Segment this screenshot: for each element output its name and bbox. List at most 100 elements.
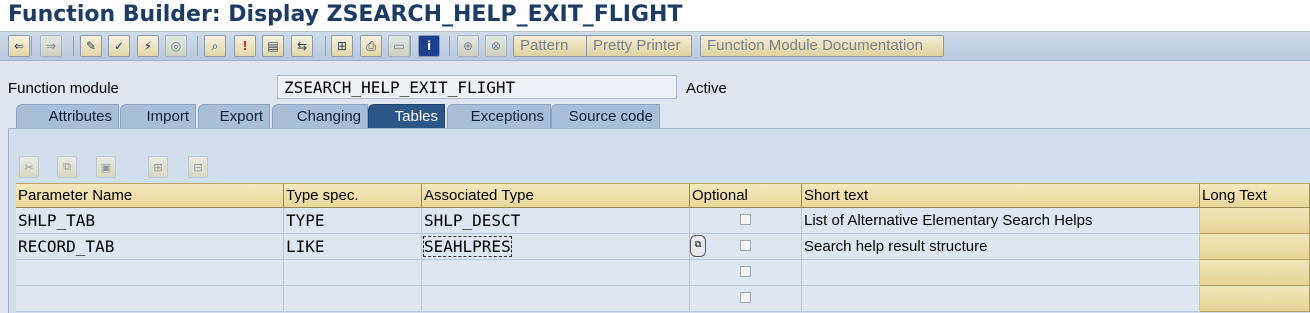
associated-type-cell[interactable] <box>422 286 690 312</box>
display-object-list-button[interactable]: ▤ <box>262 35 284 57</box>
optional-checkbox[interactable] <box>740 292 751 303</box>
tab-import[interactable]: Import <box>120 104 196 128</box>
associated-type-cell[interactable] <box>422 260 690 286</box>
associated-type-cell[interactable]: SEAHLPRES <box>422 234 690 260</box>
type-spec-cell[interactable] <box>284 260 422 286</box>
optional-cell[interactable] <box>690 208 802 234</box>
test-button[interactable]: ◎ <box>165 35 187 57</box>
table-row: SHLP_TAB TYPE SHLP_DESCT List of Alternativ… <box>16 208 1310 234</box>
tab-attributes[interactable]: Attributes <box>16 104 119 128</box>
optional-cell[interactable]: ⧉ <box>690 234 802 260</box>
delete-row-icon: ⊟ <box>193 160 203 174</box>
function-module-field[interactable]: ZSEARCH_HELP_EXIT_FLIGHT <box>277 75 677 99</box>
forward-icon: ⇒ <box>45 39 57 53</box>
replace-icon: ⊗ <box>490 39 502 53</box>
toolbar-separator <box>410 36 411 56</box>
tab-tables[interactable]: Tables <box>368 104 445 128</box>
short-text-cell[interactable]: List of Alternative Elementary Search He… <box>802 208 1200 234</box>
tab-exceptions[interactable]: Exceptions <box>447 104 551 128</box>
delete-row-button[interactable]: ⊟ <box>188 156 208 178</box>
info-icon: i <box>426 39 432 53</box>
header-type-spec[interactable]: Type spec. <box>284 183 422 208</box>
type-spec-cell[interactable]: LIKE <box>284 234 422 260</box>
long-text-cell[interactable] <box>1200 286 1310 312</box>
table-row: RECORD_TAB LIKE SEAHLPRES ⧉ Search help resu… <box>16 234 1310 260</box>
parameter-name-text: RECORD_TAB <box>18 237 115 256</box>
header-short-text[interactable]: Short text <box>802 183 1200 208</box>
breakpoint-button[interactable]: ! <box>234 35 256 57</box>
table-row <box>16 286 1310 312</box>
function-module-row: Function module ZSEARCH_HELP_EXIT_FLIGHT… <box>0 74 1310 102</box>
forward-button[interactable]: ⇒ <box>40 35 62 57</box>
parameter-name-cell[interactable] <box>16 260 284 286</box>
where-used-icon: ⌕ <box>211 38 219 53</box>
optional-checkbox[interactable] <box>740 266 751 277</box>
header-optional[interactable]: Optional <box>690 183 802 208</box>
application-toolbar: ⇐ ⇒ ✎ ✓ ⚡ ◎ ⌕! ▤ ⇆ ⊞ ⎙ ▭ i ⊕ ⊗ Pattern Pretty Printer Fun… <box>0 32 1310 61</box>
toolbar-separator <box>449 36 450 56</box>
short-text-cell[interactable] <box>802 286 1200 312</box>
tab-strip: Attributes Import Export Changing Tables Exce… <box>0 104 1310 128</box>
print-icon: ⎙ <box>366 38 376 53</box>
cut-icon: ✂ <box>24 160 34 174</box>
long-text-cell[interactable] <box>1200 208 1310 234</box>
status-label: Active <box>686 80 727 97</box>
activate-icon: ⚡ <box>143 39 153 53</box>
activate-button[interactable]: ⚡ <box>137 35 159 57</box>
short-text-cell[interactable]: Search help result structure <box>802 234 1200 260</box>
pattern-button[interactable]: Pattern <box>513 35 589 57</box>
parameter-name-cell[interactable] <box>16 286 284 312</box>
parameter-name-text: SHLP_TAB <box>18 211 96 230</box>
associated-type-cell[interactable]: SHLP_DESCT <box>422 208 690 234</box>
value-help-icon[interactable]: ⧉ <box>690 235 706 257</box>
header-associated-type[interactable]: Associated Type <box>422 183 690 208</box>
insert-button[interactable]: ⊕ <box>457 35 479 57</box>
copy-icon: ⧉ <box>63 160 71 173</box>
help-button[interactable]: ▭ <box>388 35 410 57</box>
parameter-name-cell[interactable]: SHLP_TAB <box>16 208 284 234</box>
print-button[interactable]: ⎙ <box>360 35 382 57</box>
navigation-window-button[interactable]: ⇆ <box>291 35 313 57</box>
display-change-button[interactable]: ✎ <box>80 35 102 57</box>
tab-changing[interactable]: Changing <box>272 104 368 128</box>
cut-button[interactable]: ✂ <box>19 156 39 178</box>
parameter-name-cell[interactable]: RECORD_TAB <box>16 234 284 260</box>
navigation-window-icon: ⇆ <box>296 39 308 53</box>
back-icon: ⇐ <box>13 39 25 53</box>
replace-button[interactable]: ⊗ <box>485 35 507 57</box>
header-long-text[interactable]: Long Text <box>1200 183 1310 208</box>
paste-button[interactable]: ▣ <box>96 156 116 178</box>
pretty-printer-button[interactable]: Pretty Printer <box>586 35 692 57</box>
insert-row-button[interactable]: ⊞ <box>148 156 168 178</box>
optional-cell[interactable] <box>690 260 802 286</box>
where-used-button[interactable]: ⌕ <box>204 35 226 57</box>
info-button[interactable]: i <box>418 35 440 57</box>
type-spec-text: LIKE <box>286 237 325 256</box>
long-text-cell[interactable] <box>1200 260 1310 286</box>
hierarchy-button[interactable]: ⊞ <box>331 35 353 57</box>
help-icon: ▭ <box>393 39 405 53</box>
paste-icon: ▣ <box>100 160 112 174</box>
header-parameter-name[interactable]: Parameter Name <box>16 183 284 208</box>
fm-documentation-button[interactable]: Function Module Documentation <box>700 35 944 57</box>
insert-icon: ⊕ <box>462 39 474 53</box>
optional-checkbox[interactable] <box>740 240 751 251</box>
hierarchy-icon: ⊞ <box>336 39 348 53</box>
title-bar: Function Builder: Display ZSEARCH_HELP_E… <box>0 0 1310 32</box>
tab-export[interactable]: Export <box>198 104 270 128</box>
short-text-text: List of Alternative Elementary Search He… <box>804 212 1093 229</box>
optional-cell[interactable] <box>690 286 802 312</box>
test-icon: ◎ <box>170 39 182 53</box>
back-button[interactable]: ⇐ <box>8 35 30 57</box>
optional-checkbox[interactable] <box>740 214 751 225</box>
short-text-cell[interactable] <box>802 260 1200 286</box>
copy-button[interactable]: ⧉ <box>57 156 77 178</box>
toolbar-separator <box>325 36 326 56</box>
parameters-table: Parameter Name Type spec. Associated Type O… <box>16 183 1310 312</box>
check-button[interactable]: ✓ <box>108 35 130 57</box>
type-spec-cell[interactable]: TYPE <box>284 208 422 234</box>
type-spec-cell[interactable] <box>284 286 422 312</box>
tab-source-code[interactable]: Source code <box>551 104 660 128</box>
long-text-cell[interactable] <box>1200 234 1310 260</box>
display-change-icon: ✎ <box>85 39 97 53</box>
